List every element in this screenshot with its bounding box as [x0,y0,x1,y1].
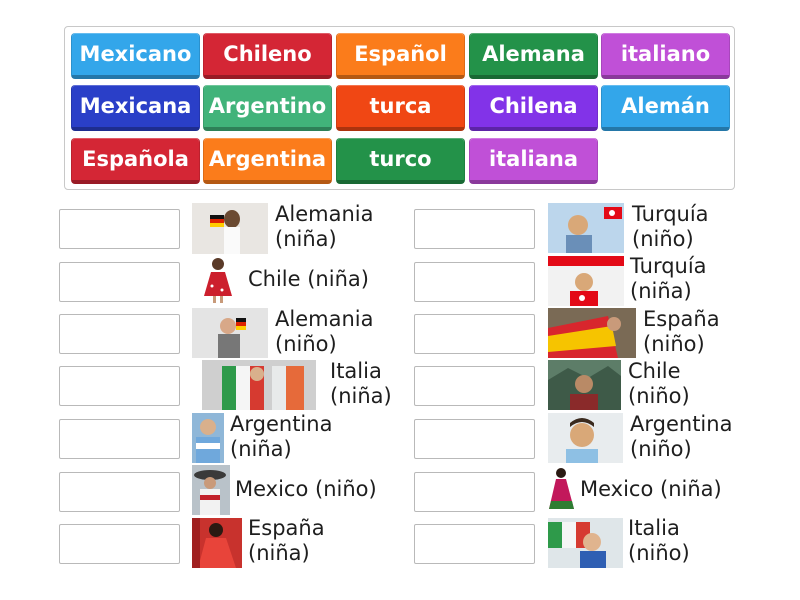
answer-tile[interactable]: Alemán [601,85,730,131]
drop-zone[interactable] [59,314,180,354]
item-label: Argentina (niño) [630,412,732,462]
drop-zone[interactable] [59,366,180,406]
label-line-2: (niño) [275,332,337,356]
label-line-2: (niño) [630,437,692,461]
answer-tile[interactable]: Chilena [469,85,598,131]
label-line-1: Italia [628,516,680,540]
germany-girl-photo [192,203,268,254]
item-label: Mexico (niño) [235,477,377,502]
drop-zone[interactable] [59,472,180,512]
italy-girl-photo [202,360,316,410]
answer-tile[interactable]: italiana [469,138,598,184]
drop-zone[interactable] [414,209,535,249]
answer-tile[interactable]: Argentina [203,138,332,184]
drop-zone[interactable] [414,262,535,302]
label-line-2: (niña) [275,227,337,251]
label-line-1: Italia [330,359,382,383]
label-line-1: Mexico (niña) [580,477,722,501]
chile-boy-photo [548,360,621,410]
item-label: Argentina (niña) [230,412,332,462]
item-label: Italia (niña) [330,359,392,409]
label-line-2: (niña) [330,384,392,408]
mexico-girl-photo [548,465,575,515]
spain-girl-photo [192,518,242,568]
item-label: Alemania (niña) [275,202,373,252]
label-line-2: (niño) [628,384,690,408]
spain-boy-photo [548,308,636,358]
argentina-boy-photo [548,413,623,463]
label-line-2: (niña) [230,437,292,461]
chile-girl-photo [202,256,234,305]
answer-tile[interactable]: turca [336,85,465,131]
word-bank: Mexicano Chileno Español Alemana italian… [64,26,735,190]
germany-boy-photo [192,308,268,358]
answer-tile[interactable]: Alemana [469,33,598,79]
drop-zone[interactable] [414,419,535,459]
drop-zone[interactable] [59,524,180,564]
item-label: Chile (niña) [248,267,369,292]
label-line-1: Turquía [630,254,707,278]
drop-zone[interactable] [414,314,535,354]
label-line-1: Alemania [275,202,374,226]
answer-tile[interactable]: italiano [601,33,730,79]
drop-zone[interactable] [414,524,535,564]
label-line-2: (niño) [628,541,690,565]
label-line-1: Chile [628,359,681,383]
item-label: Italia (niño) [628,516,690,566]
answer-tile[interactable]: Mexicano [71,33,200,79]
drop-zone[interactable] [59,419,180,459]
label-line-2: (niña) [630,279,692,303]
item-label: España (niña) [248,516,325,566]
drop-zone[interactable] [414,472,535,512]
label-line-2: (niño) [632,227,694,251]
answer-tile[interactable]: Chileno [203,33,332,79]
turkey-boy-photo [548,203,624,253]
mexico-boy-photo [192,465,230,515]
turkey-girl-photo [548,256,624,306]
item-label: Alemania (niño) [275,307,373,357]
label-line-1: España [643,307,720,331]
label-line-1: Alemania [275,307,374,331]
answer-tile[interactable]: Español [336,33,465,79]
item-label: Mexico (niña) [580,477,722,502]
italy-boy-photo [548,518,623,568]
drop-zone[interactable] [59,209,180,249]
label-line-1: Turquía [632,202,709,226]
item-label: Chile (niño) [628,359,690,409]
label-line-1: Chile (niña) [248,267,369,291]
item-label: Turquía (niña) [630,254,707,304]
answer-tile[interactable]: Española [71,138,200,184]
answer-tile[interactable]: Mexicana [71,85,200,131]
item-label: España (niño) [643,307,720,357]
label-line-1: Argentina [230,412,333,436]
label-line-1: España [248,516,325,540]
answer-tile[interactable]: Argentino [203,85,332,131]
label-line-1: Mexico (niño) [235,477,377,501]
drop-zone[interactable] [414,366,535,406]
label-line-2: (niño) [643,332,705,356]
label-line-2: (niña) [248,541,310,565]
answer-tile[interactable]: turco [336,138,465,184]
item-label: Turquía (niño) [632,202,709,252]
drop-zone[interactable] [59,262,180,302]
argentina-girl-photo [192,413,224,463]
label-line-1: Argentina [630,412,733,436]
